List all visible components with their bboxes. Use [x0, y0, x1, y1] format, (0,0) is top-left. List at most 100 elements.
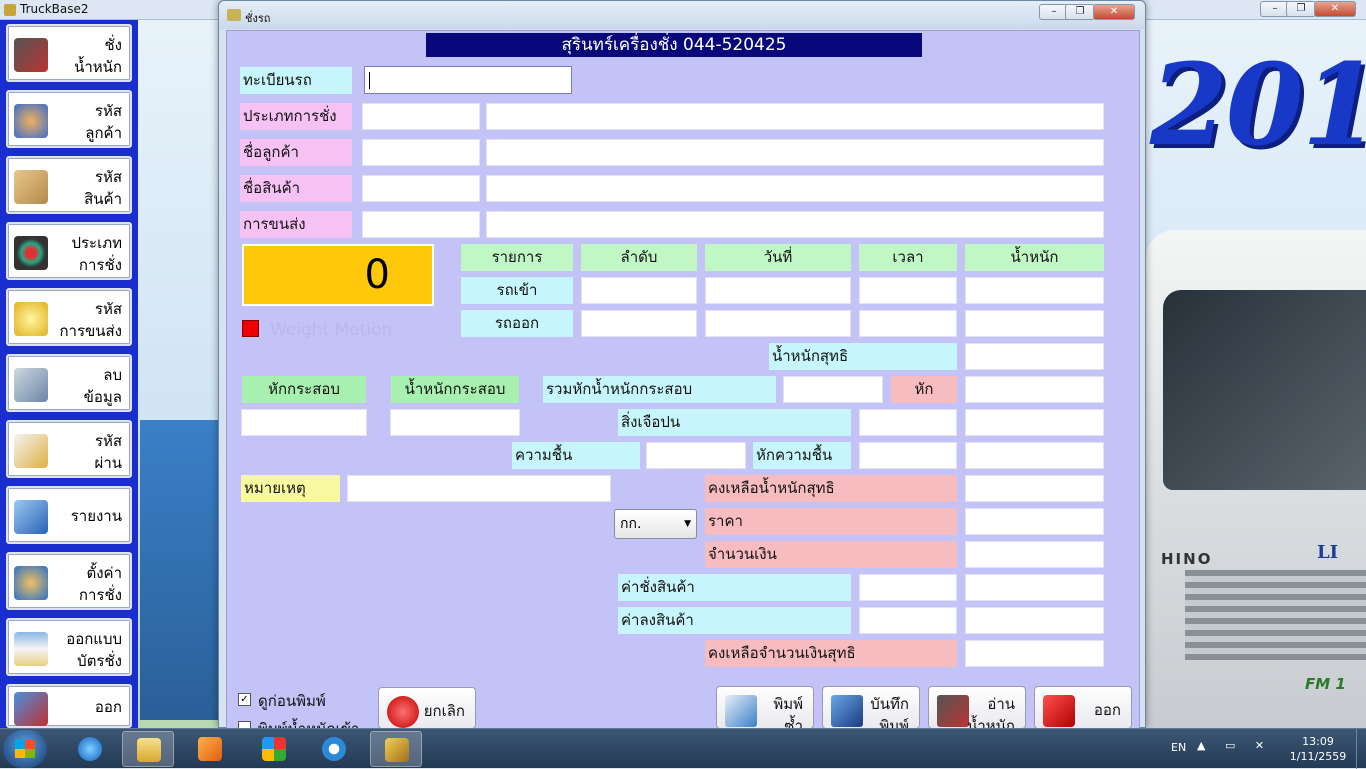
- plate-label: ทะเบียนรถ: [240, 67, 352, 94]
- product-name-field[interactable]: [486, 175, 1104, 202]
- customer-code-field[interactable]: [362, 139, 480, 166]
- moisture-label: ความชื้น: [512, 442, 640, 469]
- save-print-button[interactable]: บันทึก พิมพ์: [822, 686, 920, 729]
- unit-select[interactable]: กก. ▼: [614, 509, 697, 539]
- weighing-fee-field[interactable]: [965, 574, 1104, 601]
- deduct-label: หัก: [891, 376, 957, 403]
- exit-button[interactable]: ออก: [1034, 686, 1132, 729]
- taskbar-explorer[interactable]: [122, 731, 174, 767]
- in-seq-field[interactable]: [581, 277, 697, 304]
- start-button[interactable]: [3, 730, 47, 768]
- weight-display: 0: [242, 244, 434, 306]
- price-label: ราคา: [705, 508, 957, 535]
- language-indicator[interactable]: EN: [1171, 741, 1186, 754]
- system-tray-icons[interactable]: ▲ ▭ ✕: [1197, 739, 1272, 752]
- transport-name-field[interactable]: [486, 211, 1104, 238]
- preview-print-label: ดูก่อนพิมพ์: [258, 692, 326, 710]
- sidebar-item-label: รหัส สินค้า: [84, 168, 122, 208]
- sidebar-item-report[interactable]: รายงาน: [6, 486, 132, 544]
- in-date-field[interactable]: [705, 277, 851, 304]
- in-time-field[interactable]: [859, 277, 957, 304]
- report-book-icon: [14, 500, 48, 534]
- out-weight-field[interactable]: [965, 310, 1104, 337]
- taskbar-media[interactable]: [184, 731, 236, 767]
- taskbar-truckbase[interactable]: [370, 731, 422, 767]
- reprint-icon: [725, 695, 757, 727]
- exit-button-label: ออก: [1093, 701, 1121, 719]
- sidebar-item-password[interactable]: รหัส ผ่าน: [6, 420, 132, 478]
- sidebar-item-label: ลบ ข้อมูล: [83, 366, 122, 406]
- app-title: TruckBase2: [20, 2, 89, 16]
- sidebar-item-label: ตั้งค่า การชั่ง: [78, 564, 122, 604]
- clock-time: 13:09: [1302, 735, 1334, 748]
- weigh-type-code-field[interactable]: [362, 103, 480, 130]
- bag-weight-field[interactable]: [390, 409, 520, 436]
- unloading-fee-field[interactable]: [965, 607, 1104, 634]
- main-close-button[interactable]: ✕: [1314, 1, 1356, 17]
- price-field[interactable]: [965, 508, 1104, 535]
- product-label: ชื่อสินค้า: [240, 175, 352, 202]
- password-icon: [14, 434, 48, 468]
- dialog-restore-button[interactable]: ❐: [1065, 4, 1095, 20]
- sidebar-item-weigh-settings[interactable]: ตั้งค่า การชั่ง: [6, 552, 132, 610]
- read-weight-button[interactable]: อ่าน น้ำหนัก: [928, 686, 1026, 729]
- out-seq-field[interactable]: [581, 310, 697, 337]
- amount-label: จำนวนเงิน: [705, 541, 957, 568]
- unloading-fee-label: ค่าลงสินค้า: [618, 607, 851, 634]
- moisture-deduct-field[interactable]: [859, 442, 957, 469]
- moisture-field[interactable]: [646, 442, 746, 469]
- impurity-weight-field[interactable]: [965, 409, 1104, 436]
- save-print-icon: [831, 695, 863, 727]
- weighing-fee-rate-field[interactable]: [859, 574, 957, 601]
- taskbar-apps[interactable]: [248, 731, 300, 767]
- bag-deduct-label: หักกระสอบ: [242, 376, 366, 403]
- table-header-time: เวลา: [859, 244, 957, 271]
- sidebar-item-transport-code[interactable]: รหัส การขนส่ง: [6, 288, 132, 346]
- bag-deduct-field[interactable]: [241, 409, 367, 436]
- total-bag-deduct-field[interactable]: [783, 376, 883, 403]
- customer-name-field[interactable]: [486, 139, 1104, 166]
- sidebar-item-label: ชั่ง น้ำหนัก: [74, 36, 122, 76]
- amount-field[interactable]: [965, 541, 1104, 568]
- remaining-net-amount-field[interactable]: [965, 640, 1104, 667]
- sidebar-item-exit[interactable]: ออก: [6, 684, 132, 728]
- taskbar-browser[interactable]: [308, 731, 360, 767]
- app-icon: [4, 4, 16, 16]
- deduct-field[interactable]: [965, 376, 1104, 403]
- weigh-type-name-field[interactable]: [486, 103, 1104, 130]
- sidebar-item-weigh-type[interactable]: ประเภท การชั่ง: [6, 222, 132, 280]
- reprint-button[interactable]: พิมพ์ ซ้ำ: [716, 686, 814, 729]
- net-weight-field[interactable]: [965, 343, 1104, 370]
- note-field[interactable]: [347, 475, 611, 502]
- cancel-button[interactable]: ยกเลิก: [378, 687, 476, 729]
- lightbulb-icon: [14, 302, 48, 336]
- out-date-field[interactable]: [705, 310, 851, 337]
- in-weight-field[interactable]: [965, 277, 1104, 304]
- sidebar-item-weigh[interactable]: ชั่ง น้ำหนัก: [6, 24, 132, 82]
- dialog-close-button[interactable]: ✕: [1093, 4, 1135, 20]
- show-desktop-button[interactable]: [1356, 729, 1366, 769]
- taskbar-ie[interactable]: [64, 731, 116, 767]
- plate-input[interactable]: [364, 66, 572, 94]
- read-weight-button-label: อ่าน น้ำหนัก: [967, 695, 1015, 729]
- weigh-dialog: ชั่งรถ – ❐ ✕ สุรินทร์เครื่องชั่ง 044-520…: [218, 0, 1146, 729]
- cancel-icon: [387, 696, 419, 728]
- clock[interactable]: 13:09 1/11/2559: [1283, 734, 1353, 764]
- moisture-deduct-label: หักความชื้น: [753, 442, 851, 469]
- sidebar-item-product-code[interactable]: รหัส สินค้า: [6, 156, 132, 214]
- table-header-item: รายการ: [461, 244, 573, 271]
- out-time-field[interactable]: [859, 310, 957, 337]
- moisture-weight-field[interactable]: [965, 442, 1104, 469]
- power-icon: [1043, 695, 1075, 727]
- remaining-net-weight-field[interactable]: [965, 475, 1104, 502]
- sidebar-item-delete-data[interactable]: ลบ ข้อมูล: [6, 354, 132, 412]
- unloading-fee-rate-field[interactable]: [859, 607, 957, 634]
- impurity-field[interactable]: [859, 409, 957, 436]
- sidebar-item-ticket-design[interactable]: ออกแบบ บัตรชั่ง: [6, 618, 132, 676]
- product-code-field[interactable]: [362, 175, 480, 202]
- truck-badge-text: LI: [1317, 542, 1339, 563]
- main-restore-button[interactable]: ❐: [1286, 1, 1316, 17]
- sidebar-item-customer-code[interactable]: รหัส ลูกค้า: [6, 90, 132, 148]
- preview-print-checkbox[interactable]: ✓: [238, 693, 251, 706]
- transport-code-field[interactable]: [362, 211, 480, 238]
